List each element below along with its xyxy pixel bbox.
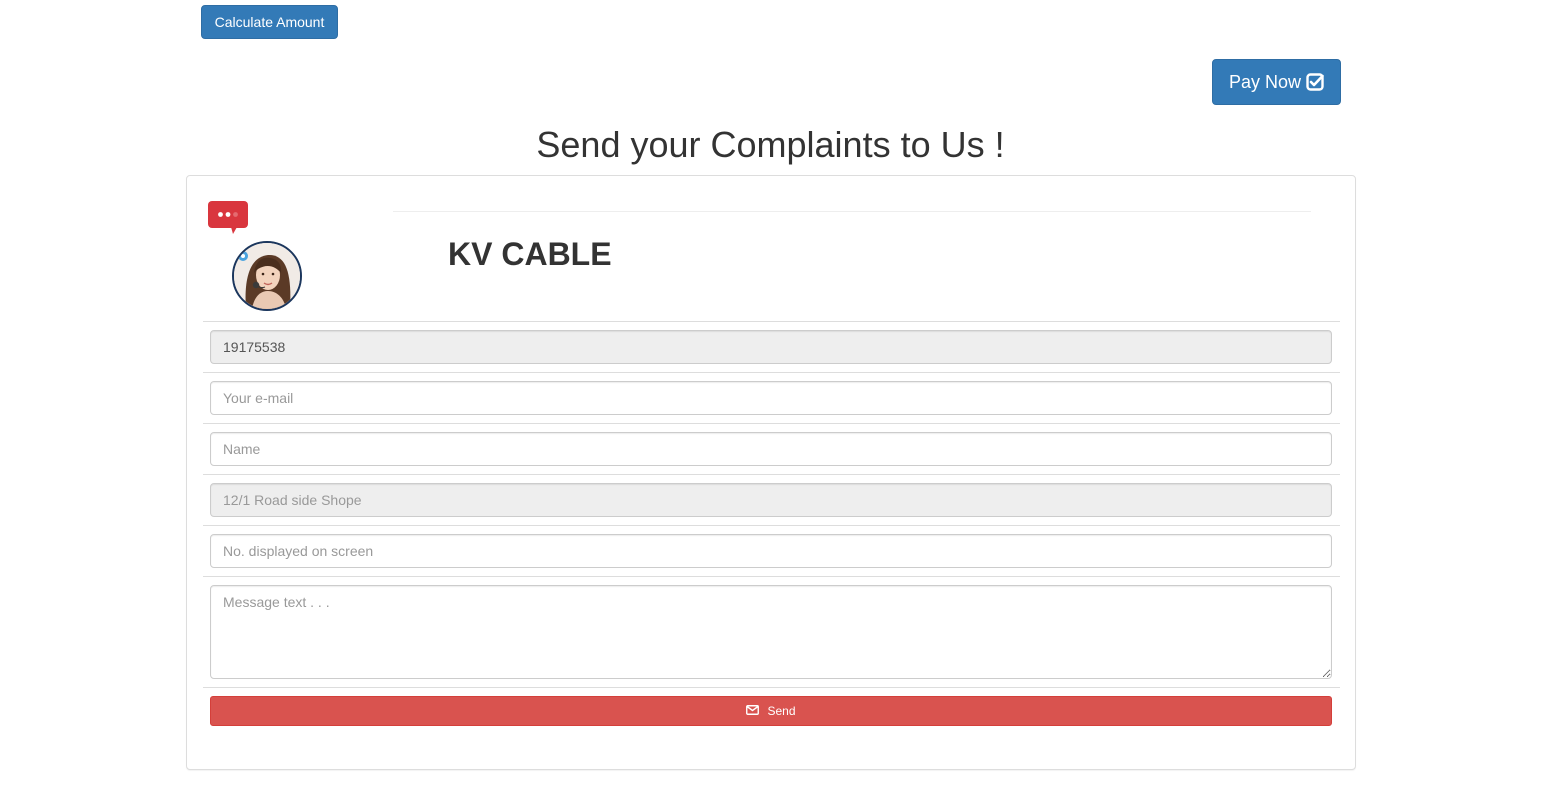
row-divider xyxy=(203,525,1340,526)
complaint-page: Calculate Amount Pay Now Send your Compl… xyxy=(0,0,1559,790)
calculate-amount-button[interactable]: Calculate Amount xyxy=(201,5,338,39)
row-divider xyxy=(203,687,1340,688)
page-title: Send your Complaints to Us ! xyxy=(536,124,1005,165)
message-textarea[interactable] xyxy=(210,585,1332,679)
pay-now-label: Pay Now xyxy=(1228,71,1302,92)
row-divider xyxy=(203,423,1340,424)
brand-title: KV CABLE xyxy=(448,236,612,272)
row-divider xyxy=(203,372,1340,373)
envelope-icon xyxy=(746,704,760,718)
send-label: Send xyxy=(767,704,796,718)
chat-bubble-icon xyxy=(207,200,249,241)
header-divider xyxy=(393,211,1311,212)
calculate-amount-label: Calculate Amount xyxy=(214,14,325,30)
row-divider xyxy=(203,321,1340,322)
customer-id-field[interactable] xyxy=(210,330,1332,364)
complaint-panel: KV CABLE Send xyxy=(186,175,1356,770)
name-field[interactable] xyxy=(210,432,1332,466)
row-divider xyxy=(203,474,1340,475)
screen-number-field[interactable] xyxy=(210,534,1332,568)
pay-now-button[interactable]: Pay Now xyxy=(1212,59,1341,105)
address-field[interactable] xyxy=(210,483,1332,517)
send-button[interactable]: Send xyxy=(210,696,1332,726)
support-agent-avatar xyxy=(232,241,302,311)
email-field[interactable] xyxy=(210,381,1332,415)
check-square-icon xyxy=(1306,73,1324,91)
row-divider xyxy=(203,576,1340,577)
